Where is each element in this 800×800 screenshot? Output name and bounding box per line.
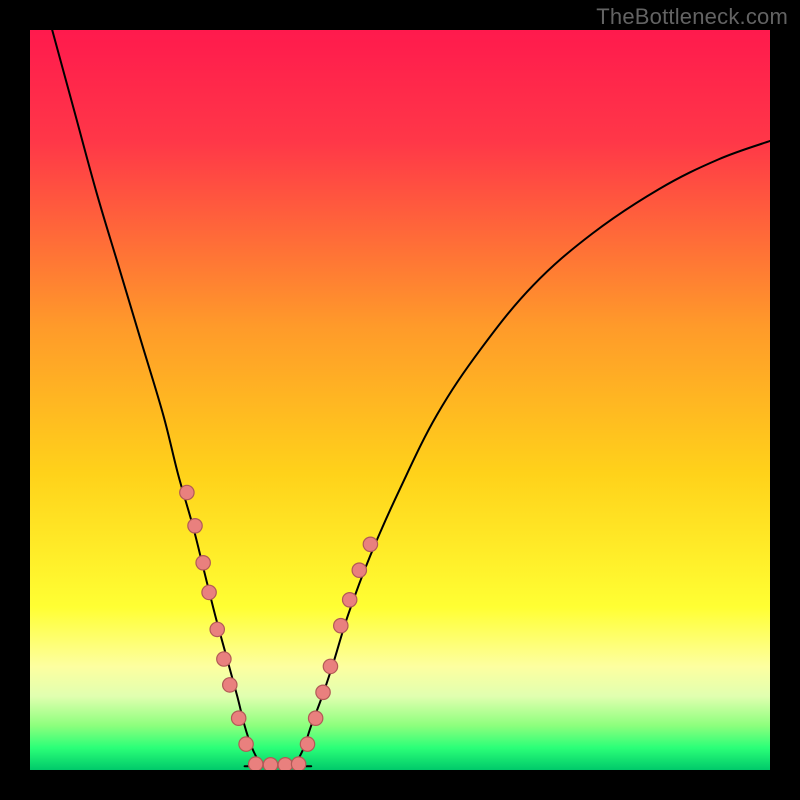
- data-marker-left: [231, 711, 245, 725]
- data-marker-left: [188, 519, 202, 533]
- data-marker-right: [352, 563, 366, 577]
- data-marker-right: [316, 685, 330, 699]
- data-marker-left: [223, 678, 237, 692]
- data-marker-bottom: [291, 757, 305, 770]
- gradient-background: [30, 30, 770, 770]
- data-marker-left: [239, 737, 253, 751]
- data-marker-left: [180, 485, 194, 499]
- data-marker-right: [363, 537, 377, 551]
- data-marker-bottom: [278, 758, 292, 770]
- data-marker-left: [202, 585, 216, 599]
- data-marker-left: [210, 622, 224, 636]
- data-marker-right: [323, 659, 337, 673]
- data-marker-bottom: [249, 757, 263, 770]
- chart-svg: [30, 30, 770, 770]
- chart-frame: TheBottleneck.com: [0, 0, 800, 800]
- data-marker-left: [217, 652, 231, 666]
- data-marker-left: [196, 556, 210, 570]
- plot-area: [30, 30, 770, 770]
- data-marker-right: [300, 737, 314, 751]
- data-marker-right: [308, 711, 322, 725]
- watermark-text: TheBottleneck.com: [596, 4, 788, 30]
- data-marker-right: [334, 619, 348, 633]
- data-marker-right: [342, 593, 356, 607]
- data-marker-bottom: [263, 758, 277, 770]
